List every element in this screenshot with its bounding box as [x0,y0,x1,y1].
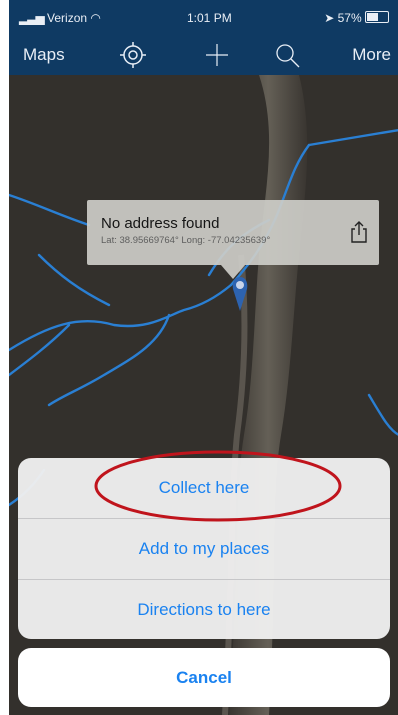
carrier-text: ▂▃▅ Verizon ◠ [19,11,101,25]
search-icon[interactable] [273,41,301,69]
more-button[interactable]: More [352,45,391,65]
map-pin-icon[interactable] [231,275,249,315]
plus-icon[interactable] [203,41,231,69]
callout-title: No address found [101,215,220,232]
locate-icon[interactable] [119,41,147,69]
callout-coordinates: Lat: 38.95669764° Long: -77.04235639° [101,235,271,246]
clock: 1:01 PM [187,11,232,25]
wifi-icon: ◠ [90,11,101,25]
signal-icon: ▂▃▅ [19,11,45,25]
location-arrow-icon: ➤ [324,11,335,25]
nav-bar: Maps More [9,36,398,75]
cancel-button[interactable]: Cancel [18,648,390,707]
battery-status: ➤ 57% [324,11,389,25]
highlight-annotation [94,450,342,522]
add-to-my-places-button[interactable]: Add to my places [18,519,390,579]
maps-button[interactable]: Maps [23,45,65,65]
directions-to-here-button[interactable]: Directions to here [18,580,390,639]
phone-screen: ▂▃▅ Verizon ◠ 1:01 PM ➤ 57% Maps More No… [9,0,398,715]
location-callout[interactable]: No address found Lat: 38.95669764° Long:… [87,200,379,265]
status-bar: ▂▃▅ Verizon ◠ 1:01 PM ➤ 57% [9,0,398,36]
battery-icon [365,11,389,23]
share-icon[interactable] [349,220,369,244]
